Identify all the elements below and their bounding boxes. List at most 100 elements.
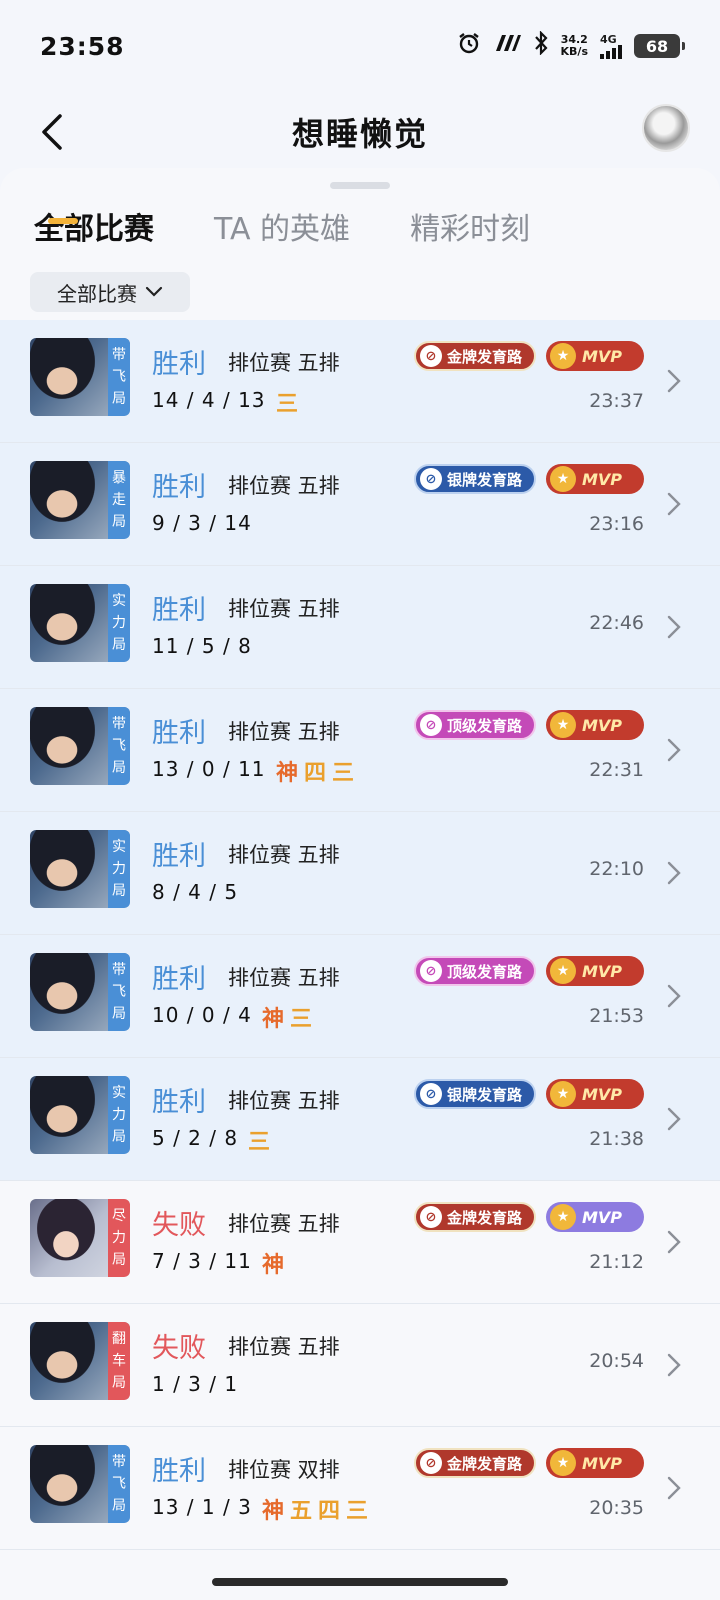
mvp-badge: ★ MVP bbox=[546, 464, 644, 494]
match-tier-tag: 暴走局 bbox=[108, 461, 130, 539]
tier-tag-char: 带 bbox=[112, 1454, 126, 1470]
honor-mark: 三 bbox=[248, 1130, 271, 1155]
match-mode: 排位赛 五排 bbox=[228, 966, 340, 990]
mvp-label: MVP bbox=[582, 715, 623, 735]
honor-mark: 三 bbox=[332, 761, 355, 786]
match-filter-dropdown[interactable]: 全部比赛 bbox=[30, 272, 190, 312]
match-mode: 排位赛 双排 bbox=[228, 1458, 340, 1482]
back-button[interactable] bbox=[28, 108, 76, 156]
match-row[interactable]: 暴走局胜利 排位赛 五排 9 / 3 / 14 ⊘ 银牌发育路 ★ MVP 23:16 bbox=[0, 443, 720, 566]
match-result: 失败 bbox=[152, 1333, 206, 1364]
tab-highlights[interactable]: 精彩时刻 bbox=[410, 204, 530, 248]
match-mode: 排位赛 五排 bbox=[228, 351, 340, 375]
tier-tag-char: 力 bbox=[112, 615, 126, 631]
match-time: 22:31 bbox=[589, 759, 644, 781]
tier-tag-char: 局 bbox=[112, 883, 126, 899]
lane-rank-label: 金牌发育路 bbox=[446, 347, 522, 366]
honor-mark: 四 bbox=[318, 1499, 341, 1524]
lane-rank-badge: ⊘ 顶级发育路 bbox=[413, 710, 536, 740]
match-mode: 排位赛 五排 bbox=[228, 474, 340, 498]
match-row[interactable]: 尽力局失败 排位赛 五排 7 / 3 / 11 神 ⊘ 金牌发育路 ★ MVP 21:12 bbox=[0, 1181, 720, 1304]
trophy-icon: ★ bbox=[550, 1450, 576, 1476]
tier-tag-char: 实 bbox=[112, 593, 126, 609]
match-result: 胜利 bbox=[152, 841, 206, 872]
tier-tag-char: 带 bbox=[112, 716, 126, 732]
hero-portrait: 翻车局 bbox=[30, 1322, 130, 1400]
lane-rank-label: 银牌发育路 bbox=[446, 470, 522, 489]
mvp-label: MVP bbox=[582, 1084, 623, 1104]
match-row[interactable]: 实力局胜利 排位赛 五排 8 / 4 / 5 22:10 bbox=[0, 812, 720, 935]
network-type: 4G bbox=[600, 32, 617, 46]
hero-portrait: 带飞局 bbox=[30, 953, 130, 1031]
mvp-badge: ★ MVP bbox=[546, 956, 644, 986]
match-row[interactable]: 实力局胜利 排位赛 五排 11 / 5 / 8 22:46 bbox=[0, 566, 720, 689]
honor-marks: 三 bbox=[276, 386, 298, 418]
match-result: 胜利 bbox=[152, 964, 206, 995]
match-time: 21:12 bbox=[589, 1251, 644, 1273]
mvp-label: MVP bbox=[582, 1207, 623, 1227]
chevron-right-icon bbox=[667, 492, 681, 516]
lane-icon: ⊘ bbox=[419, 960, 442, 982]
match-badges: ⊘ 银牌发育路 ★ MVP bbox=[413, 1079, 644, 1109]
signal-icon: 4G bbox=[600, 34, 622, 59]
match-row[interactable]: 实力局胜利 排位赛 五排 5 / 2 / 8 三 ⊘ 银牌发育路 ★ MVP 21:38 bbox=[0, 1058, 720, 1181]
honor-mark: 神 bbox=[276, 761, 299, 786]
match-time: 22:46 bbox=[589, 612, 644, 634]
tier-tag-char: 飞 bbox=[112, 984, 126, 1000]
tier-tag-char: 带 bbox=[112, 347, 126, 363]
tier-tag-char: 尽 bbox=[112, 1208, 126, 1224]
lane-rank-badge: ⊘ 金牌发育路 bbox=[413, 1448, 536, 1478]
chevron-right-icon bbox=[667, 1476, 681, 1500]
match-tier-tag: 带飞局 bbox=[108, 953, 130, 1031]
kda-score: 11 / 5 / 8 bbox=[152, 634, 252, 658]
chevron-right-icon bbox=[667, 1230, 681, 1254]
mvp-label: MVP bbox=[582, 1453, 623, 1473]
match-badges: ⊘ 金牌发育路 ★ MVP bbox=[413, 1448, 644, 1478]
tier-tag-char: 力 bbox=[112, 1230, 126, 1246]
match-time: 20:54 bbox=[589, 1350, 644, 1372]
match-row[interactable]: 带飞局胜利 排位赛 五排 14 / 4 / 13 三 ⊘ 金牌发育路 ★ MVP 23:37 bbox=[0, 320, 720, 443]
match-sheet: 全部比赛 TA 的英雄 精彩时刻 全部比赛 带飞局胜利 排位赛 五排 14 / 4 … bbox=[0, 168, 720, 1600]
tier-tag-char: 局 bbox=[112, 1375, 126, 1391]
sheet-grabber[interactable] bbox=[330, 182, 390, 189]
tier-tag-char: 力 bbox=[112, 1107, 126, 1123]
match-row[interactable]: 带飞局胜利 排位赛 五排 10 / 0 / 4 神三 ⊘ 顶级发育路 ★ MVP 21:53 bbox=[0, 935, 720, 1058]
tier-tag-char: 飞 bbox=[112, 738, 126, 754]
tier-tag-char: 力 bbox=[112, 861, 126, 877]
honor-mark: 四 bbox=[304, 761, 327, 786]
avatar[interactable] bbox=[642, 104, 690, 152]
match-result: 胜利 bbox=[152, 349, 206, 380]
tier-tag-char: 实 bbox=[112, 839, 126, 855]
mvp-badge: ★ MVP bbox=[546, 341, 644, 371]
lane-rank-label: 银牌发育路 bbox=[446, 1085, 522, 1104]
lane-icon: ⊘ bbox=[419, 714, 442, 736]
match-badges: ⊘ 顶级发育路 ★ MVP bbox=[413, 956, 644, 986]
honor-marks: 神五四三 bbox=[262, 1493, 368, 1525]
home-indicator[interactable] bbox=[212, 1578, 508, 1586]
kda-score: 9 / 3 / 14 bbox=[152, 511, 252, 535]
match-row[interactable]: 带飞局胜利 排位赛 五排 13 / 0 / 11 神四三 ⊘ 顶级发育路 ★ MVP 22:31 bbox=[0, 689, 720, 812]
page-title: 想睡懒觉 bbox=[291, 115, 428, 153]
chevron-right-icon bbox=[667, 1353, 681, 1377]
tab-all-matches[interactable]: 全部比赛 bbox=[34, 204, 154, 248]
status-bar: 23:58 34.2 KB/s 4G 68 bbox=[0, 0, 720, 92]
mvp-badge: ★ MVP bbox=[546, 1448, 644, 1478]
lane-rank-label: 金牌发育路 bbox=[446, 1208, 522, 1227]
lane-icon: ⊘ bbox=[419, 1206, 442, 1228]
match-row[interactable]: 带飞局胜利 排位赛 双排 13 / 1 / 3 神五四三 ⊘ 金牌发育路 ★ MVP 20:35 bbox=[0, 1427, 720, 1550]
tab-heroes[interactable]: TA 的英雄 bbox=[214, 204, 350, 248]
chevron-left-icon bbox=[42, 114, 62, 150]
match-time: 20:35 bbox=[589, 1497, 644, 1519]
active-tab-indicator bbox=[48, 218, 78, 224]
kda-score: 8 / 4 / 5 bbox=[152, 880, 239, 904]
hero-portrait: 带飞局 bbox=[30, 1445, 130, 1523]
match-row[interactable]: 翻车局失败 排位赛 五排 1 / 3 / 1 20:54 bbox=[0, 1304, 720, 1427]
chevron-right-icon bbox=[667, 984, 681, 1008]
match-badges: ⊘ 银牌发育路 ★ MVP bbox=[413, 464, 644, 494]
match-time: 21:38 bbox=[589, 1128, 644, 1150]
match-badges: ⊘ 金牌发育路 ★ MVP bbox=[413, 341, 644, 371]
net-speed-unit: KB/s bbox=[560, 45, 588, 58]
match-tier-tag: 实力局 bbox=[108, 830, 130, 908]
match-result: 胜利 bbox=[152, 1087, 206, 1118]
chevron-down-icon bbox=[145, 286, 163, 297]
